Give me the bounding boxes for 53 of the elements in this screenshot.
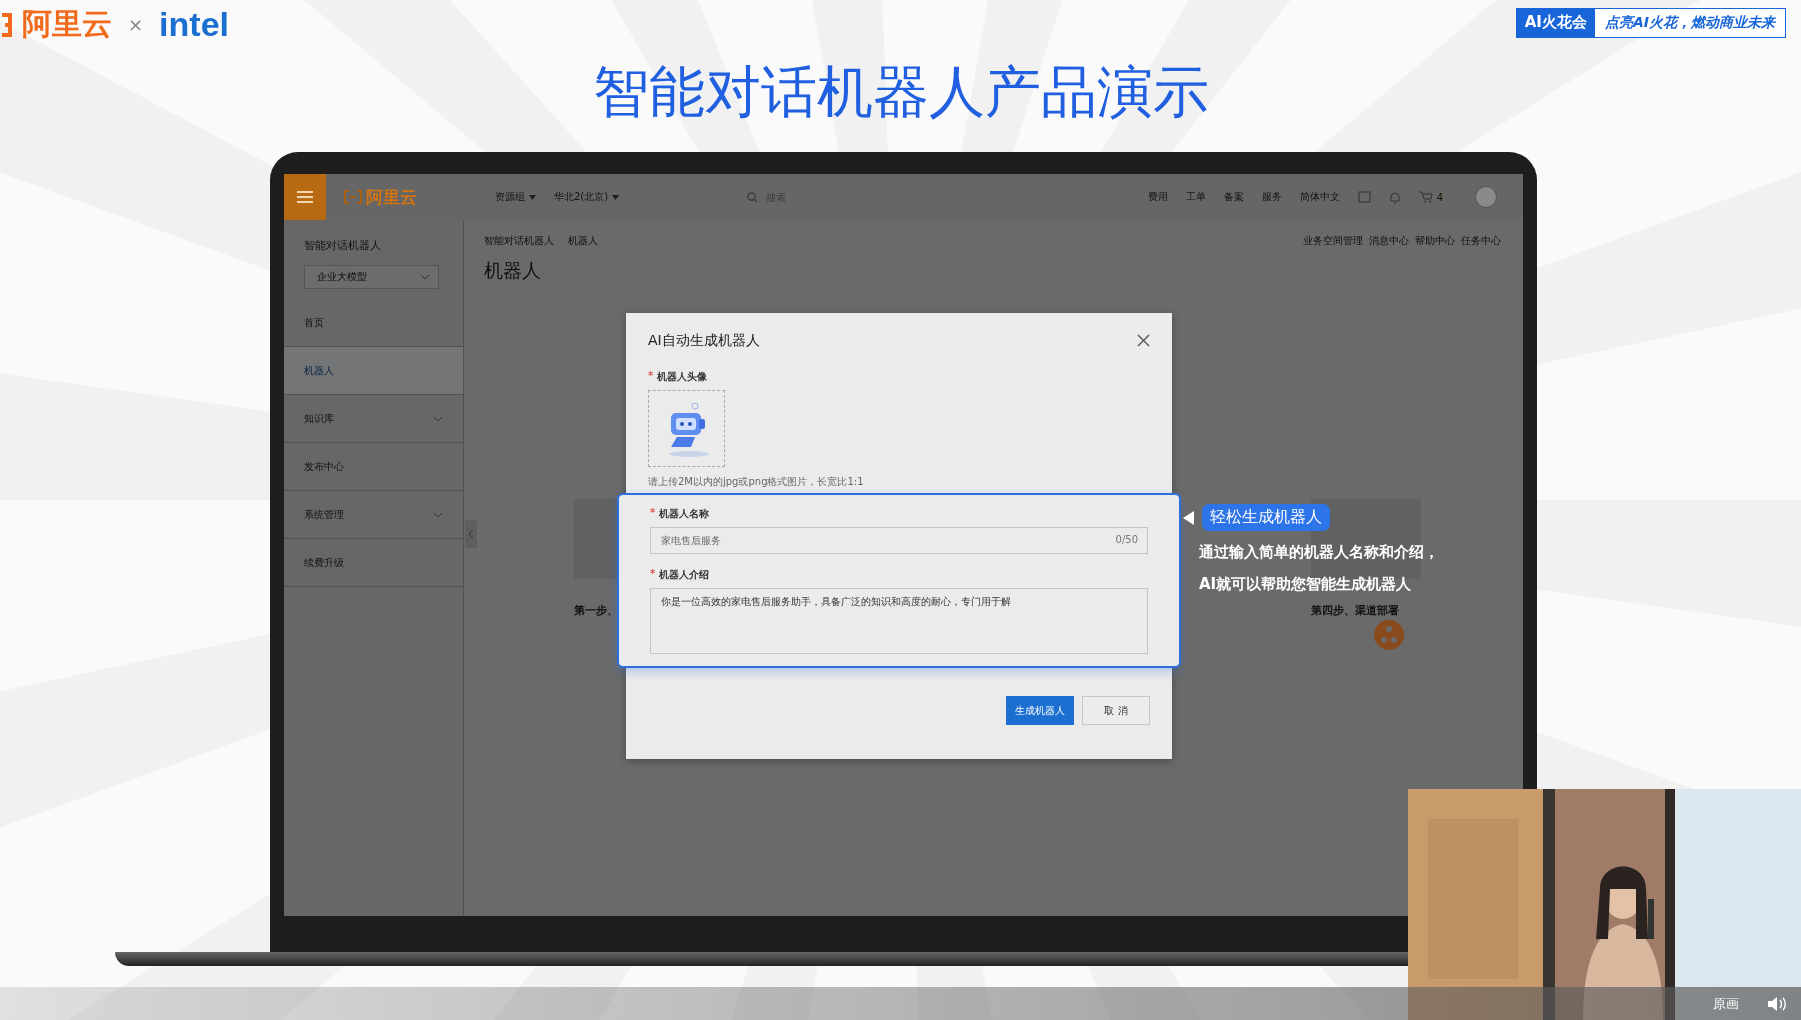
cart-count: 4 <box>1436 191 1443 203</box>
top-link[interactable]: 备案 <box>1223 190 1244 204</box>
sidebar-item[interactable]: 续费升级 <box>284 539 463 587</box>
field-label: 机器人介绍 <box>659 568 710 582</box>
sidebar-item[interactable]: 发布中心 <box>284 443 463 491</box>
top-selector[interactable]: 资源组 <box>495 190 536 204</box>
header-link[interactable]: 业务空间管理 <box>1303 234 1363 248</box>
breadcrumb-item[interactable]: 机器人 <box>568 234 598 248</box>
sidebar-item-label: 知识库 <box>304 411 334 426</box>
field-label: 机器人头像 <box>657 370 708 384</box>
step-title: 第四步、渠道部署 <box>1311 603 1400 618</box>
generate-button[interactable]: 生成机器人 <box>1006 696 1074 725</box>
intro-field[interactable]: 你是一位高效的家电售后服务助手，具备广泛的知识和高度的耐心，专门用于解 <box>650 588 1148 654</box>
sidebar-item[interactable]: 机器人 <box>284 347 463 395</box>
callout-tag: 轻松生成机器人 <box>1202 504 1330 531</box>
field-label: 机器人名称 <box>659 507 710 521</box>
header-link[interactable]: 任务中心 <box>1461 234 1501 248</box>
top-link[interactable]: 简体中文 <box>1299 190 1340 204</box>
badge-slogan: 点亮AI火花，燃动商业未来 <box>1594 9 1785 37</box>
required-asterisk: * <box>648 370 654 383</box>
callout-text: AI就可以帮助您智能生成机器人 <box>1199 574 1413 595</box>
top-link[interactable]: 费用 <box>1147 190 1168 204</box>
step-title: 第一步、 <box>574 603 619 618</box>
callout-text: 通过输入简单的机器人名称和介绍， <box>1199 542 1439 563</box>
top-link[interactable]: 服务 <box>1261 190 1282 204</box>
quality-button[interactable]: 原画 <box>1707 993 1745 1014</box>
product-dropdown[interactable]: 企业大模型 <box>304 265 439 289</box>
sidebar-item[interactable]: 系统管理 <box>284 491 463 539</box>
character-counter: 0/50 <box>1115 534 1138 545</box>
app-logo: 阿里云 <box>366 185 417 209</box>
required-asterisk: * <box>650 507 656 520</box>
upload-hint: 请上传2M以内的jpg或png格式图片，长宽比1:1 <box>648 475 865 489</box>
cancel-button[interactable]: 取 消 <box>1082 696 1150 725</box>
slide-title: 智能对话机器人产品演示 <box>591 58 1210 126</box>
sidebar-item[interactable]: 知识库 <box>284 395 463 443</box>
header-link[interactable]: 帮助中心 <box>1415 234 1455 248</box>
top-selector[interactable]: 华北2(北京) <box>554 190 620 204</box>
sidebar-item-label: 发布中心 <box>304 459 344 474</box>
sidebar-item-label: 机器人 <box>304 363 334 378</box>
breadcrumb-item[interactable]: 智能对话机器人 <box>484 234 554 248</box>
badge-label: AI火花会 <box>1516 9 1595 37</box>
partner-logo: intel <box>159 5 229 44</box>
sidebar-item-label: 续费升级 <box>304 555 344 570</box>
dialog-title: AI自动生成机器人 <box>648 331 760 350</box>
top-link[interactable]: 工单 <box>1185 190 1206 204</box>
header-link[interactable]: 消息中心 <box>1369 234 1409 248</box>
page-heading: 机器人 <box>484 258 542 283</box>
brand-logo: 阿里云 <box>22 5 112 43</box>
sidebar-title: 智能对话机器人 <box>303 238 382 253</box>
sidebar-item-label: 首页 <box>304 315 324 330</box>
required-asterisk: * <box>650 568 656 581</box>
separator: × <box>128 14 144 35</box>
sidebar-item-label: 系统管理 <box>304 507 344 522</box>
